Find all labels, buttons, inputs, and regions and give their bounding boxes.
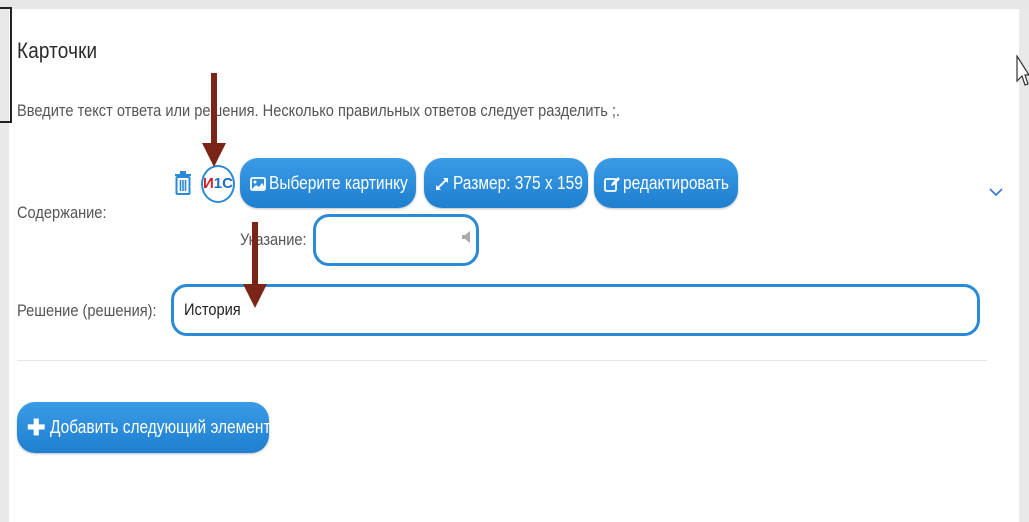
edit-label: редактировать <box>623 173 729 193</box>
edit-button[interactable]: редактировать <box>594 158 738 208</box>
choose-image-button[interactable]: Выберите картинку <box>240 158 416 208</box>
annotation-arrow-down <box>243 222 267 308</box>
left-frame <box>0 7 12 123</box>
add-next-element-label: Добавить следующий элемент <box>50 417 272 437</box>
annotation-arrow-down <box>202 73 226 167</box>
edit-icon <box>604 177 620 193</box>
content-label: Содержание: <box>17 203 107 222</box>
divider <box>17 360 987 361</box>
section-title: Карточки <box>17 38 98 63</box>
size-label: Размер: 375 x 159 <box>453 173 583 193</box>
mouse-cursor-icon <box>1016 55 1029 86</box>
instruction-text: Введите текст ответа или решения. Нескол… <box>17 101 621 120</box>
image-thumbnail-logo[interactable]: И1С <box>201 165 235 203</box>
solution-label: Решение (решения): <box>17 301 157 320</box>
choose-image-label: Выберите картинку <box>269 173 408 193</box>
solution-input[interactable]: История <box>171 284 980 336</box>
logo-red-text: И <box>203 175 214 192</box>
resize-icon <box>436 178 448 191</box>
chevron-down-icon[interactable] <box>988 186 1004 198</box>
hint-input[interactable] <box>313 214 479 266</box>
speaker-icon[interactable] <box>462 231 471 243</box>
plus-icon: ✚ <box>27 415 46 440</box>
trash-icon[interactable] <box>174 171 192 195</box>
top-strip <box>0 0 1029 9</box>
add-next-element-button[interactable]: ✚ Добавить следующий элемент <box>17 402 272 453</box>
image-icon <box>250 177 266 192</box>
size-button[interactable]: Размер: 375 x 159 <box>424 158 588 208</box>
solution-input-value: История <box>184 300 241 319</box>
logo-blue-text: 1С <box>213 175 233 192</box>
